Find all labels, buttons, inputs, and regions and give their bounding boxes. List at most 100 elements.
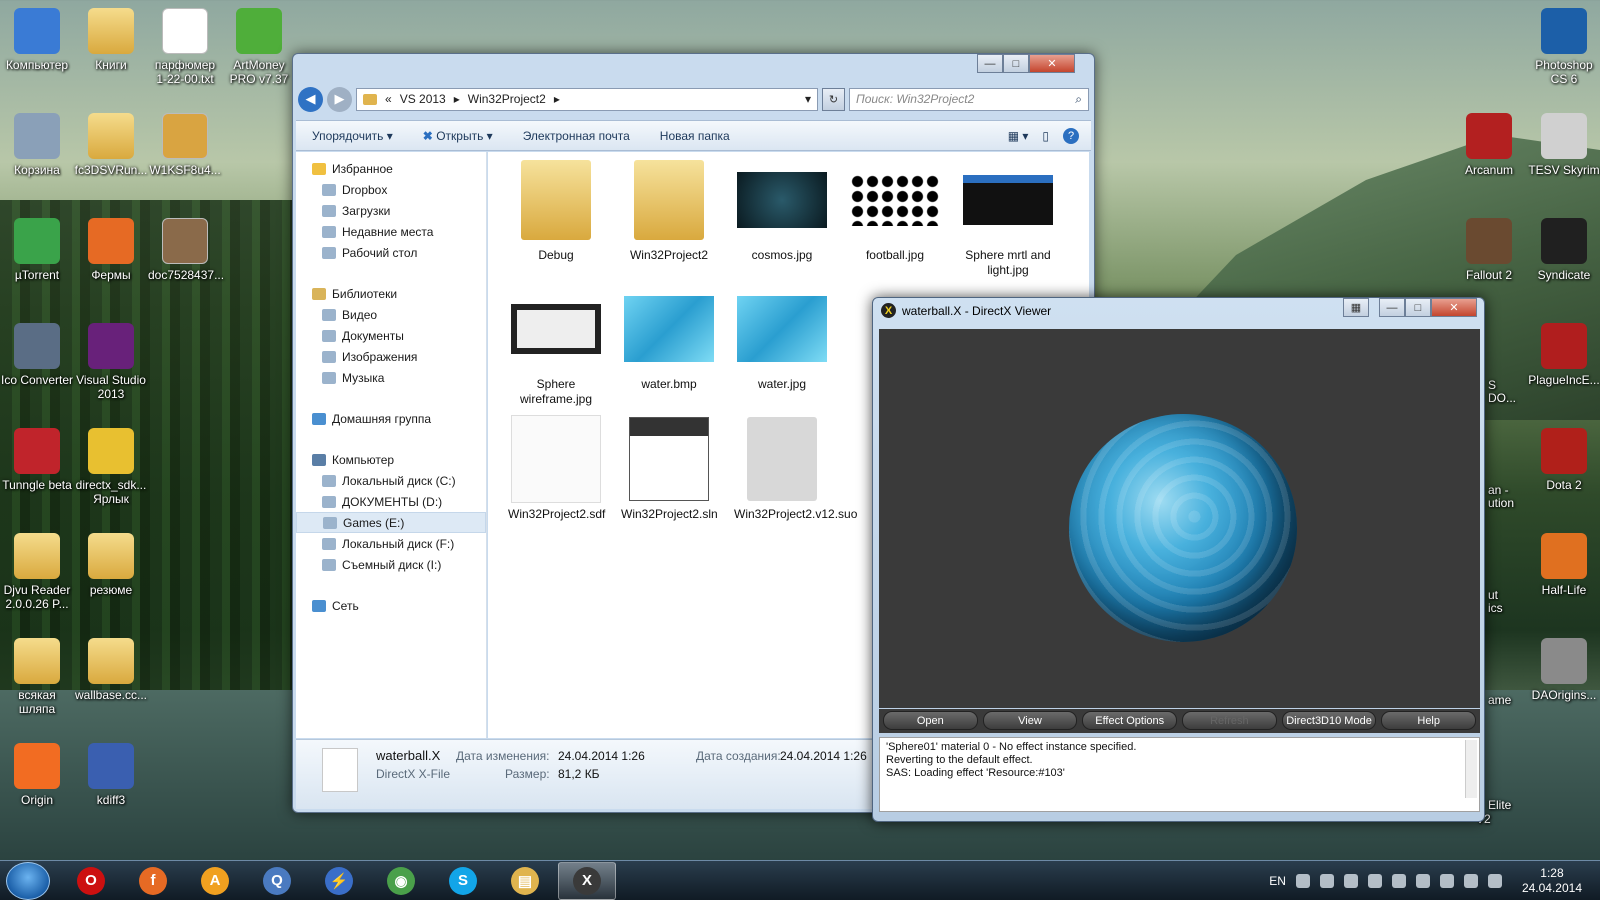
taskbar-item[interactable]: ⚡ (310, 862, 368, 900)
nav-item[interactable]: ДОКУМЕНТЫ (D:) (296, 491, 486, 512)
tray-icon[interactable] (1295, 873, 1310, 888)
minimize-button[interactable]: — (977, 54, 1003, 73)
search-input[interactable]: Поиск: Win32Project2 ⌕ (849, 87, 1089, 111)
tray-icon[interactable] (1319, 873, 1334, 888)
address-bar[interactable]: « VS 2013 ▸ Win32Project2 ▸ ▾ (356, 87, 818, 111)
nav-computer[interactable]: Компьютер (296, 449, 486, 470)
organize-button[interactable]: Упорядочить ▾ (312, 129, 393, 143)
new-folder-button[interactable]: Новая папка (660, 129, 730, 143)
taskbar-item[interactable]: A (186, 862, 244, 900)
nav-item[interactable]: Документы (296, 325, 486, 346)
maximize-button[interactable]: □ (1405, 298, 1431, 317)
tray-icon[interactable] (1343, 873, 1358, 888)
desktop-icon[interactable]: DAOrigins... (1527, 638, 1600, 702)
nav-favorites[interactable]: Избранное (296, 158, 486, 179)
desktop-icon[interactable]: doc7528437... (148, 218, 224, 282)
desktop-icon[interactable]: Tunngle beta (0, 428, 74, 492)
effect-options-button[interactable]: Effect Options (1082, 711, 1178, 730)
desktop-icon[interactable]: Компьютер (0, 8, 74, 72)
search-icon[interactable]: ⌕ (1075, 92, 1082, 107)
water-sphere-model[interactable] (1069, 414, 1297, 642)
desktop-icon[interactable]: резюме (74, 533, 148, 597)
close-button[interactable]: ✕ (1431, 298, 1477, 317)
nav-item[interactable]: Загрузки (296, 200, 486, 221)
nav-item[interactable]: Музыка (296, 367, 486, 388)
address-dropdown-icon[interactable]: ▾ (805, 92, 817, 106)
clock[interactable]: 1:28 24.04.2014 (1522, 866, 1582, 896)
desktop-icon[interactable]: kdiff3 (74, 743, 148, 807)
desktop-icon[interactable]: Книги (74, 8, 148, 72)
desktop-icon[interactable]: TESV Skyrim (1527, 113, 1600, 177)
breadcrumb-vs2013[interactable]: VS 2013 (400, 92, 446, 106)
layout-icon[interactable]: ▦ (1343, 298, 1369, 317)
taskbar-item[interactable]: X (558, 861, 616, 900)
nav-item[interactable]: Съемный диск (I:) (296, 554, 486, 575)
nav-libraries[interactable]: Библиотеки (296, 283, 486, 304)
tray-icon[interactable] (1415, 873, 1430, 888)
view-options-icon[interactable]: ▦ ▾ (1008, 129, 1029, 143)
desktop-icon[interactable]: directx_sdk... Ярлык (74, 428, 148, 506)
maximize-button[interactable]: □ (1003, 54, 1029, 73)
desktop-icon[interactable]: всякая шляпа (0, 638, 74, 716)
refresh-icon[interactable]: ↻ (822, 87, 845, 111)
desktop-icon[interactable]: µTorrent (0, 218, 74, 282)
desktop-icon[interactable]: PlagueIncE... (1527, 323, 1600, 387)
file-item[interactable]: Win32Project2.sdf (508, 415, 605, 522)
desktop-icon[interactable]: Photoshop CS 6 (1527, 8, 1600, 86)
language-indicator[interactable]: EN (1269, 874, 1286, 888)
desktop-icon[interactable]: Корзина (0, 113, 74, 177)
file-item[interactable]: Win32Project2 (621, 156, 717, 263)
log-scrollbar[interactable] (1465, 740, 1477, 798)
file-item[interactable]: Win32Project2.v12.suo (734, 415, 857, 522)
nav-item[interactable]: Рабочий стол (296, 242, 486, 263)
nav-item[interactable]: Изображения (296, 346, 486, 367)
nav-network[interactable]: Сеть (296, 595, 486, 616)
file-item[interactable]: cosmos.jpg (734, 156, 830, 263)
nav-item[interactable]: Локальный диск (C:) (296, 470, 486, 491)
email-button[interactable]: Электронная почта (523, 129, 630, 143)
nav-item[interactable]: Dropbox (296, 179, 486, 200)
file-item[interactable]: water.bmp (621, 285, 717, 392)
desktop-icon[interactable]: парфюмер 1-22-00.txt (148, 8, 222, 86)
file-item[interactable]: Debug (508, 156, 604, 263)
desktop-icon[interactable]: Ico Converter (0, 323, 74, 387)
minimize-button[interactable]: — (1379, 298, 1405, 317)
desktop-icon[interactable]: Visual Studio 2013 (74, 323, 148, 401)
desktop-icon[interactable]: Syndicate (1527, 218, 1600, 282)
nav-item[interactable]: Видео (296, 304, 486, 325)
open-button[interactable]: Open (883, 711, 978, 730)
desktop-icon[interactable]: fc3DSVRun... (74, 113, 148, 177)
dxviewer-log[interactable]: 'Sphere01' material 0 - No effect instan… (879, 737, 1480, 812)
taskbar-item[interactable]: Q (248, 862, 306, 900)
desktop-icon[interactable]: Origin (0, 743, 74, 807)
help-icon[interactable]: ? (1063, 127, 1079, 144)
nav-item[interactable]: Games (E:) (296, 512, 486, 533)
back-arrow-icon[interactable]: ◀ (298, 86, 323, 112)
file-item[interactable]: Sphere wireframe.jpg (508, 285, 604, 407)
breadcrumb-win32project2[interactable]: Win32Project2 (468, 92, 546, 106)
taskbar-item[interactable]: O (62, 862, 120, 900)
refresh-button[interactable]: Refresh (1182, 711, 1277, 730)
preview-pane-icon[interactable]: ▯ (1042, 129, 1049, 143)
tray-icon[interactable] (1367, 873, 1382, 888)
desktop-icon[interactable]: Djvu Reader 2.0.0.26 P... (0, 533, 74, 611)
file-item[interactable]: Sphere mrtl and light.jpg (960, 156, 1056, 278)
nav-item[interactable]: Недавние места (296, 221, 486, 242)
nav-item[interactable]: Локальный диск (F:) (296, 533, 486, 554)
file-item[interactable]: Win32Project2.sln (621, 415, 718, 522)
file-item[interactable]: football.jpg (847, 156, 943, 263)
nav-homegroup[interactable]: Домашняя группа (296, 408, 486, 429)
open-button[interactable]: ✖ Открыть ▾ (423, 129, 493, 143)
view-button[interactable]: View (982, 711, 1078, 730)
taskbar-item[interactable]: f (124, 862, 182, 900)
help-button[interactable]: Help (1381, 711, 1477, 730)
desktop-icon[interactable]: Fallout 2 (1452, 218, 1526, 282)
desktop-icon[interactable]: wallbase.cc... (74, 638, 148, 702)
taskbar-item[interactable]: ◉ (372, 862, 430, 900)
taskbar-item[interactable]: ▤ (496, 862, 554, 900)
start-button[interactable] (6, 861, 50, 900)
desktop-icon[interactable]: Dota 2 (1527, 428, 1600, 492)
desktop-icon[interactable]: ArtMoney PRO v7.37 (222, 8, 296, 86)
desktop-icon[interactable]: Half-Life (1527, 533, 1600, 597)
direct3d10-mode-button[interactable]: Direct3D10 Mode (1281, 711, 1377, 730)
